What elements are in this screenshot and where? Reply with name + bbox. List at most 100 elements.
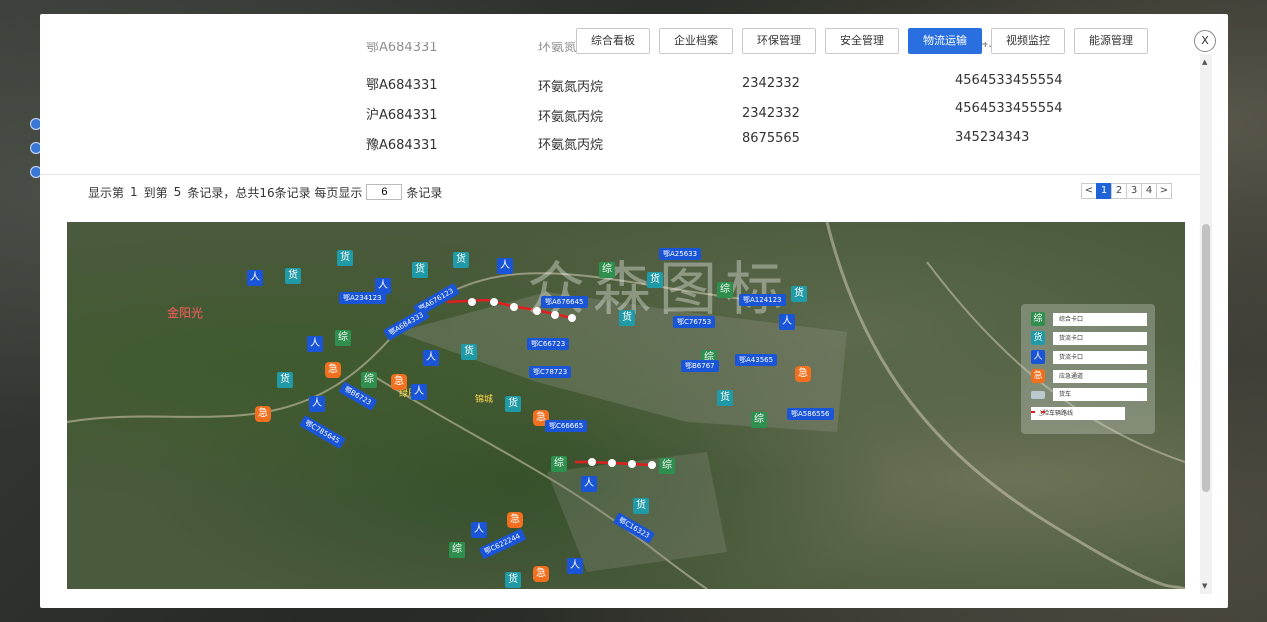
composite-checkpoint-icon[interactable]: 综	[335, 330, 351, 346]
vehicle-plate[interactable]: 鄂C76753	[673, 316, 716, 328]
cargo-checkpoint-icon[interactable]: 货	[277, 372, 293, 388]
cell-id: 4564533455554	[955, 73, 1063, 88]
composite-checkpoint-icon[interactable]: 综	[717, 282, 733, 298]
legend-item: 急 应急通道	[1031, 369, 1147, 383]
cell-number: 2342332	[742, 76, 800, 91]
legend-label: 货流卡口	[1053, 350, 1147, 364]
person-checkpoint-icon[interactable]: 人	[411, 384, 427, 400]
vehicle-plate[interactable]: 鄂A25633	[659, 248, 702, 260]
legend-label: 应急通道	[1053, 369, 1147, 383]
tab-video[interactable]: 视频监控	[991, 28, 1065, 54]
truck-icon	[1031, 390, 1045, 399]
vehicle-plate[interactable]: 鄂A43565	[735, 354, 778, 366]
scroll-down-icon[interactable]: ▼	[1202, 582, 1207, 590]
page-button[interactable]: 2	[1111, 183, 1127, 199]
page-button[interactable]: 1	[1096, 183, 1112, 199]
person-checkpoint-icon[interactable]: 人	[581, 476, 597, 492]
page-button[interactable]: 3	[1126, 183, 1142, 199]
close-button[interactable]: X	[1194, 30, 1216, 52]
cargo-checkpoint-icon[interactable]: 货	[412, 262, 428, 278]
pagination-to: 5	[173, 185, 182, 199]
cell-plate: 鄂A684331	[366, 78, 438, 93]
cargo-checkpoint-icon[interactable]: 货	[619, 310, 635, 326]
emergency-exit-icon[interactable]: 急	[255, 406, 271, 422]
legend-item: 人 货流卡口	[1031, 350, 1147, 364]
vehicle-plate[interactable]: 鄂C66723	[527, 338, 570, 350]
scroll-thumb[interactable]	[1202, 224, 1210, 492]
tab-safety[interactable]: 安全管理	[825, 28, 899, 54]
person-checkpoint-icon[interactable]: 人	[423, 350, 439, 366]
person-checkpoint-icon[interactable]: 人	[497, 258, 513, 274]
person-checkpoint-icon[interactable]: 人	[247, 270, 263, 286]
composite-checkpoint-icon[interactable]: 综	[659, 458, 675, 474]
cell-cargo: 环氨氮丙烷	[538, 80, 604, 95]
scroll-up-icon[interactable]: ▲	[1202, 58, 1207, 66]
vehicle-plate[interactable]: 鄂B6767	[681, 360, 719, 372]
composite-checkpoint-icon[interactable]: 综	[599, 262, 615, 278]
legend-label: 货流卡口	[1053, 331, 1147, 345]
cell-cargo: 环氨氮丙烷	[538, 138, 604, 153]
cargo-checkpoint-icon[interactable]: 货	[505, 396, 521, 412]
prev-page-button[interactable]: <	[1081, 183, 1097, 199]
composite-checkpoint-icon[interactable]: 综	[551, 456, 567, 472]
cargo-checkpoint-icon[interactable]: 货	[285, 268, 301, 284]
main-nav: 综合看板 企业档案 环保管理 安全管理 物流运输 视频监控 能源管理	[576, 28, 1148, 54]
vehicle-plate[interactable]: 鄂C66665	[545, 420, 588, 432]
page-size-input[interactable]	[366, 184, 403, 200]
composite-checkpoint-icon[interactable]: 综	[449, 542, 465, 558]
person-checkpoint-icon[interactable]: 人	[309, 396, 325, 412]
cargo-checkpoint-icon[interactable]: 货	[791, 286, 807, 302]
legend-item: 危险车辆路线	[1031, 407, 1125, 420]
logistics-map[interactable]: 众森图标 金阳光 绿辰 锦城 货 人 货 人 货 货 人 综 货 综 人 人 货…	[67, 222, 1185, 589]
cargo-checkpoint-icon[interactable]: 货	[461, 344, 477, 360]
legend-item: 货车	[1031, 388, 1147, 401]
tab-energy[interactable]: 能源管理	[1074, 28, 1148, 54]
vehicle-plate[interactable]: 鄂A676645	[541, 296, 588, 308]
pagination-text: 显示第	[88, 185, 125, 200]
cargo-checkpoint-icon[interactable]: 货	[633, 498, 649, 514]
cargo-checkpoint-icon[interactable]: 货	[505, 572, 521, 588]
legend-label: 危险车辆路线	[1031, 407, 1125, 420]
vehicle-plate[interactable]: 鄂A234123	[339, 292, 386, 304]
cargo-checkpoint-icon[interactable]: 货	[337, 250, 353, 266]
person-checkpoint-icon[interactable]: 人	[779, 314, 795, 330]
pagination-text: 条记录	[406, 185, 443, 200]
person-checkpoint-icon[interactable]: 人	[567, 558, 583, 574]
emergency-exit-icon[interactable]: 急	[795, 366, 811, 382]
emergency-exit-icon[interactable]: 急	[533, 566, 549, 582]
next-page-button[interactable]: >	[1156, 183, 1172, 199]
cell-number: 2342332	[742, 106, 800, 121]
emergency-exit-icon[interactable]: 急	[507, 512, 523, 528]
vehicle-plate[interactable]: 鄂A124123	[739, 294, 786, 306]
cargo-checkpoint-icon[interactable]: 货	[453, 252, 469, 268]
vehicle-plate[interactable]: 鄂C78723	[529, 366, 572, 378]
vehicle-plate[interactable]: 鄂A586556	[787, 408, 834, 420]
cargo-checkpoint-icon: 货	[1031, 331, 1045, 345]
emergency-exit-icon[interactable]: 急	[325, 362, 341, 378]
person-checkpoint-icon: 人	[1031, 350, 1045, 364]
cargo-checkpoint-icon[interactable]: 货	[647, 272, 663, 288]
composite-checkpoint-icon[interactable]: 综	[751, 412, 767, 428]
page-button[interactable]: 4	[1141, 183, 1157, 199]
legend-item: 货 货流卡口	[1031, 331, 1147, 345]
tab-environment[interactable]: 环保管理	[742, 28, 816, 54]
map-label: 金阳光	[167, 306, 204, 320]
pagination-text: 条记录，总共16条记录 每页显示	[187, 185, 363, 200]
emergency-exit-icon[interactable]: 急	[391, 374, 407, 390]
cargo-checkpoint-icon[interactable]: 货	[717, 390, 733, 406]
scrollbar[interactable]: ▲ ▼	[1200, 54, 1212, 594]
legend-label: 货车	[1053, 388, 1147, 401]
person-checkpoint-icon[interactable]: 人	[307, 336, 323, 352]
legend-item: 综 综合卡口	[1031, 312, 1147, 326]
tab-dashboard[interactable]: 综合看板	[576, 28, 650, 54]
person-checkpoint-icon[interactable]: 人	[471, 522, 487, 538]
tab-logistics[interactable]: 物流运输	[908, 28, 982, 54]
map-legend: 综 综合卡口 货 货流卡口 人 货流卡口 急 应急通道 货车 危险车辆路线	[1021, 304, 1155, 434]
table-row: 鄂A684331 环氨氮丙烷 2342332 4564533455554	[40, 73, 1200, 102]
composite-checkpoint-icon[interactable]: 综	[361, 372, 377, 388]
cell-plate: 鄂A684331	[366, 42, 438, 55]
emergency-exit-icon: 急	[1031, 369, 1045, 383]
cell-plate: 沪A684331	[366, 108, 438, 123]
cell-plate: 豫A684331	[366, 138, 438, 153]
tab-enterprise[interactable]: 企业档案	[659, 28, 733, 54]
